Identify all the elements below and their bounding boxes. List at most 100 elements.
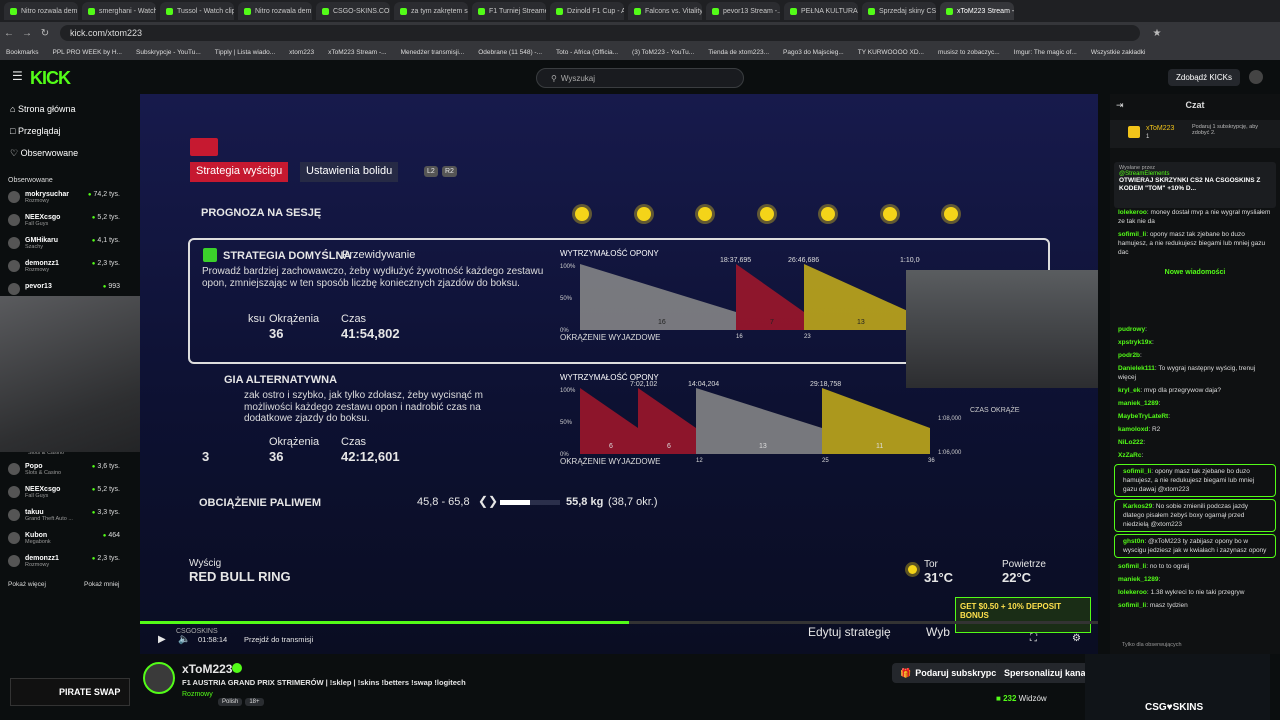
channel-name[interactable]: xToM223	[182, 662, 232, 676]
sponsor2-banner[interactable]: CSG♥SKINS	[1085, 654, 1270, 720]
fullscreen-icon[interactable]: ⛶	[1030, 633, 1037, 644]
chat-message[interactable]: Karkos29: No sobie zmienili podczas jazd…	[1114, 499, 1276, 532]
chat-message[interactable]: kryl_ek: mvp dla przegrywow daja?	[1110, 384, 1280, 397]
browser-tab[interactable]: Sprzedaj skiny CS2...	[862, 2, 936, 20]
reload-icon[interactable]: ↻	[36, 28, 54, 39]
following-item[interactable]: NEEXcsgoFall Guys 5,2 tys.	[0, 483, 128, 506]
chat-username[interactable]: MaybeTryLateRt	[1118, 413, 1168, 420]
stream-tag[interactable]: Polish	[218, 698, 243, 706]
following-item[interactable]: PopoSlots & Casino 3,6 tys.	[0, 460, 128, 483]
chat-message[interactable]: pudrowy:	[1110, 323, 1280, 336]
chat-username[interactable]: sofimil_li	[1118, 563, 1146, 570]
bookmark-item[interactable]: TY KURWOOOO XD...	[858, 49, 924, 56]
browser-tab[interactable]: Nitro rozwala dem...	[238, 2, 312, 20]
channel-avatar[interactable]	[143, 662, 175, 694]
browser-tab[interactable]: Tussol - Watch clip...	[160, 2, 234, 20]
show-more-link[interactable]: Pokaż więcej	[8, 581, 46, 588]
url-field[interactable]: kick.com/xtom223	[60, 25, 1140, 41]
nav-home[interactable]: ⌂ Strona główna	[0, 98, 128, 120]
video-player[interactable]: Strategia wyścigu Ustawienia bolidu L2 R…	[140, 94, 1098, 654]
nav-following[interactable]: ♡ Obserwowane	[0, 142, 128, 165]
star-icon[interactable]: ★	[1148, 28, 1166, 39]
volume-icon[interactable]: 🔈	[178, 634, 190, 645]
following-item[interactable]: demonzz1Rozmowy 2,3 tys.	[0, 552, 128, 575]
stream-category[interactable]: Rozmowy	[182, 691, 213, 698]
search-input[interactable]: ⚲ Wyszukaj	[536, 68, 744, 88]
customize-channel-button[interactable]: Spersonalizuj kanał	[996, 663, 1097, 683]
following-item[interactable]: demonzz1Rozmowy 2,3 tys.	[0, 257, 128, 280]
bookmark-item[interactable]: Imgur: The magic of...	[1014, 49, 1077, 56]
chat-username[interactable]: NiLo222	[1118, 439, 1143, 446]
play-icon[interactable]: ▶	[158, 634, 166, 645]
browser-tab[interactable]: PEŁNA KULTURA -...	[784, 2, 858, 20]
chat-message[interactable]: sofimil_li: masz tydzien	[1110, 599, 1280, 612]
bookmark-item[interactable]: Bookmarks	[6, 49, 39, 56]
bookmark-item[interactable]: xtom223	[289, 49, 314, 56]
chat-username[interactable]: maniek_1289	[1118, 400, 1158, 407]
browser-tab[interactable]: za tym zakrętem si...	[394, 2, 468, 20]
browser-tab[interactable]: pevor13 Stream -...	[706, 2, 780, 20]
back-icon[interactable]: ←	[0, 28, 18, 39]
chat-username[interactable]: lolekeroo	[1118, 589, 1147, 596]
chat-username[interactable]: Karkos29	[1123, 503, 1152, 510]
following-item[interactable]: GMHikaruSzachy 4,1 tys.	[0, 234, 128, 257]
chat-message[interactable]: Danielek111: To wygraj następny wyścig, …	[1110, 362, 1280, 384]
chat-message[interactable]: lolekeroo: money dostał mvp a nie wygrał…	[1110, 206, 1280, 228]
chat-message[interactable]: NiLo222:	[1110, 436, 1280, 449]
chat-message[interactable]: podr2b:	[1110, 349, 1280, 362]
chat-username[interactable]: Danielek111	[1118, 365, 1155, 372]
collapse-chat-icon[interactable]: ⇥	[1116, 100, 1124, 111]
chat-username[interactable]: maniek_1289	[1118, 576, 1158, 583]
chat-username[interactable]: sofimil_li	[1118, 231, 1146, 238]
bookmark-item[interactable]: musisz to zobaczyc...	[938, 49, 1000, 56]
bookmark-item[interactable]: Tienda de xtom223...	[708, 49, 769, 56]
gift-sub-button[interactable]: 🎁 Podaruj subskrypcję	[892, 663, 1012, 683]
browser-tab[interactable]: xToM223 Stream -...	[940, 2, 1014, 20]
stream-tag[interactable]: 18+	[245, 698, 264, 706]
bookmark-item[interactable]: Wszystkie zakładki	[1091, 49, 1146, 56]
chat-username[interactable]: xpstryk19x	[1118, 339, 1152, 346]
chat-username[interactable]: pudrowy	[1118, 326, 1145, 333]
bookmark-item[interactable]: (3) ToM223 - YouTu...	[632, 49, 694, 56]
browser-tab[interactable]: Dzinold F1 Cup - A...	[550, 2, 624, 20]
forward-icon[interactable]: →	[18, 28, 36, 39]
avatar[interactable]	[1249, 70, 1263, 84]
settings-icon[interactable]: ⚙	[1072, 633, 1081, 644]
chat-message[interactable]: sofimil_li: no to to ograij	[1110, 560, 1280, 573]
chat-message[interactable]: kamoloxd: R2	[1110, 423, 1280, 436]
browser-tab[interactable]: F1 Turniej Streamer...	[472, 2, 546, 20]
bookmark-item[interactable]: Odebrane (11 548) -...	[478, 49, 542, 56]
chat-message[interactable]: MaybeTryLateRt:	[1110, 410, 1280, 423]
chat-message[interactable]: XzZaRc:	[1110, 449, 1280, 462]
bookmark-item[interactable]: Tipply | Lista wiado...	[215, 49, 275, 56]
chat-username[interactable]: sofimil_li	[1123, 468, 1151, 475]
bookmark-item[interactable]: Subskrypcje - YouTu...	[136, 49, 201, 56]
ad-banner[interactable]: GET $0.50 + 10% DEPOSIT BONUS	[955, 597, 1091, 633]
get-kicks-button[interactable]: Zdobądź KICKs	[1168, 69, 1240, 86]
chat-username[interactable]: XzZaRc	[1118, 452, 1141, 459]
nav-browse[interactable]: □ Przeglądaj	[0, 120, 128, 142]
chat-message[interactable]: sofimil_li: opony masz tak zjebane bo du…	[1114, 464, 1276, 497]
bookmark-item[interactable]: xToM223 Stream -...	[328, 49, 387, 56]
chat-username[interactable]: ghst0n	[1123, 538, 1144, 545]
chat-message[interactable]: maniek_1289:	[1110, 397, 1280, 410]
chat-username[interactable]: lolekeroo	[1118, 209, 1147, 216]
chat-message[interactable]: ghst0n: @xToM223 ty zabijasz opony bo w …	[1114, 534, 1276, 558]
bookmark-item[interactable]: Menedżer transmisji...	[401, 49, 465, 56]
following-item[interactable]: NEEXcsgoFall Guys 5,2 tys.	[0, 211, 128, 234]
bookmark-item[interactable]: PPL PRO WEEK by H...	[53, 49, 122, 56]
following-item[interactable]: KubonMegabonk 464	[0, 529, 128, 552]
menu-icon[interactable]: ☰	[12, 69, 23, 83]
chat-message[interactable]: xpstryk19x:	[1110, 336, 1280, 349]
show-less-link[interactable]: Pokaż mniej	[84, 581, 119, 588]
progress-track[interactable]	[140, 621, 1098, 624]
kick-logo[interactable]: KICK	[30, 68, 71, 89]
bookmark-item[interactable]: Pago3 do Majscieg...	[783, 49, 844, 56]
chat-message[interactable]: maniek_1289:	[1110, 573, 1280, 586]
following-item[interactable]: takuuGrand Theft Auto ... 3,3 tys.	[0, 506, 128, 529]
chat-message[interactable]: sofimil_li: opony masz tak zjebane bo du…	[1110, 228, 1280, 259]
following-item[interactable]: mokrysucharRozmowy 74,2 tys.	[0, 188, 128, 211]
browser-tab[interactable]: Nitro rozwala dem...	[4, 2, 78, 20]
chat-username[interactable]: sofimil_li	[1118, 602, 1146, 609]
browser-tab[interactable]: CSGO-SKINS.COM...	[316, 2, 390, 20]
